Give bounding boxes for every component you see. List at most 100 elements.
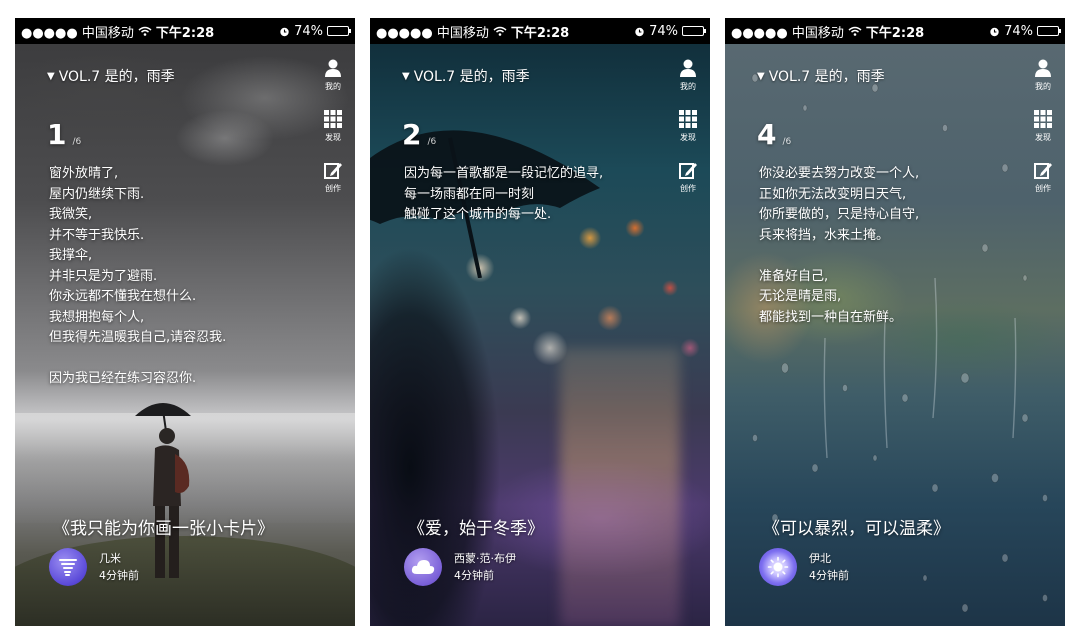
side-item-discover[interactable]: 发现	[674, 109, 702, 143]
page-indicator: 2 /6	[402, 118, 436, 151]
author-name: 伊北	[809, 552, 831, 565]
caret-down-icon: ▼	[402, 70, 410, 82]
song-title[interactable]: 《爱，始于冬季》	[408, 514, 544, 539]
page-total: /6	[72, 137, 82, 147]
status-right: 74%	[279, 23, 351, 39]
song-title[interactable]: 《我只能为你画一张小卡片》	[53, 514, 274, 539]
poem-line-blank	[49, 349, 339, 370]
battery-icon	[327, 26, 351, 36]
song-title[interactable]: 《可以暴烈，可以温柔》	[763, 514, 950, 539]
tornado-icon	[59, 559, 77, 576]
person-icon	[325, 59, 341, 77]
poem-line: 你所要做的，只是持心自守,	[759, 207, 920, 222]
grid-icon	[1034, 110, 1052, 128]
carrier-label: ●●●●● 中国移动	[731, 22, 862, 41]
avatar[interactable]	[404, 548, 442, 586]
poem-line: 触碰了这个城市的每一处.	[404, 207, 552, 222]
author-meta: 几米 4分钟前	[99, 550, 139, 584]
carrier-text: ●●●●● 中国移动	[376, 25, 489, 41]
page-number: 1	[47, 118, 67, 151]
author-meta: 伊北 4分钟前	[809, 550, 849, 584]
poem-line: 并不等于我快乐.	[49, 227, 145, 243]
side-item-mine[interactable]: 我的	[1029, 58, 1057, 92]
umbrella-person-illustration	[135, 403, 191, 578]
phone-screen-3: ●●●●● 中国移动 下午2:28 74% ▼ VOL.7 是的，雨季 我的 发…	[725, 18, 1065, 626]
person-icon	[1035, 59, 1051, 77]
side-item-mine[interactable]: 我的	[674, 58, 702, 92]
caret-down-icon: ▼	[757, 70, 765, 82]
side-item-label: 我的	[680, 82, 696, 91]
page-total: /6	[427, 137, 437, 147]
person-icon	[680, 59, 696, 77]
poem-line: 窗外放晴了,	[49, 166, 119, 181]
poem-line: 我微笑,	[49, 207, 93, 222]
status-bar: ●●●●● 中国移动 下午2:28 74%	[370, 18, 710, 44]
poem-line: 并非只是为了避雨.	[49, 268, 158, 284]
caret-down-icon: ▼	[47, 70, 55, 82]
poem-line: 都能找到一种自在新鲜。	[759, 309, 903, 325]
volume-dropdown[interactable]: ▼ VOL.7 是的，雨季	[757, 66, 885, 86]
wifi-icon	[493, 26, 507, 36]
side-item-label: 我的	[325, 82, 341, 91]
page-number: 4	[757, 118, 777, 151]
volume-dropdown[interactable]: ▼ VOL.7 是的，雨季	[402, 66, 530, 86]
carrier-label: ●●●●● 中国移动	[376, 22, 507, 41]
poem-line: 兵来将挡，水来土掩。	[759, 227, 890, 243]
phone-screen-2: ●●●●● 中国移动 下午2:28 74% ▼ VOL.7 是的，雨季 我的 发…	[370, 18, 710, 626]
author-info[interactable]: 西蒙·范·布伊 4分钟前	[404, 548, 516, 586]
wifi-icon	[138, 26, 152, 36]
poem-line: 因为我已经在练习容忍你.	[49, 371, 197, 386]
status-time: 下午2:28	[155, 25, 215, 41]
author-name: 西蒙·范·布伊	[454, 552, 516, 565]
cloud-icon	[411, 560, 435, 574]
poem-line: 你永远都不懂我在想什么.	[49, 289, 197, 304]
poem-line: 每一场雨都在同一时刻	[404, 186, 535, 202]
page-indicator: 1 /6	[47, 118, 81, 151]
author-name: 几米	[99, 552, 121, 565]
battery-percent: 74%	[1004, 23, 1033, 39]
poem-text: 你没必要去努力改变一个人, 正如你无法改变明日天气, 你所要做的，只是持心自守,…	[759, 164, 1049, 328]
side-item-label: 发现	[325, 133, 341, 142]
battery-icon	[1037, 26, 1061, 36]
poem-line: 我想拥抱每个人,	[49, 309, 145, 325]
poem-line: 你没必要去努力改变一个人,	[759, 166, 920, 181]
status-right: 74%	[634, 23, 706, 39]
poem-line: 但我得先温暖我自己,请容忍我.	[49, 330, 227, 345]
carrier-text: ●●●●● 中国移动	[731, 25, 844, 41]
poem-line: 无论是晴是雨,	[759, 289, 842, 304]
poem-line: 准备好自己,	[759, 268, 829, 284]
grid-icon	[679, 110, 697, 128]
battery-percent: 74%	[649, 23, 678, 39]
carrier-label: ●●●●● 中国移动	[21, 22, 152, 41]
street-light-glow	[560, 348, 680, 626]
side-item-label: 发现	[680, 133, 696, 142]
screens-row: ●●●●● 中国移动 下午2:28 74% ▼ VOL.7 是的，雨季 我的 发…	[0, 0, 1080, 644]
volume-title: VOL.7 是的，雨季	[413, 69, 530, 85]
alarm-icon	[635, 27, 644, 36]
side-item-discover[interactable]: 发现	[1029, 109, 1057, 143]
poem-line: 正如你无法改变明日天气,	[759, 186, 907, 202]
status-bar: ●●●●● 中国移动 下午2:28 74%	[15, 18, 355, 44]
side-item-discover[interactable]: 发现	[319, 109, 347, 143]
phone-screen-1: ●●●●● 中国移动 下午2:28 74% ▼ VOL.7 是的，雨季 我的 发…	[15, 18, 355, 626]
avatar[interactable]	[49, 548, 87, 586]
poem-line: 我撑伞,	[49, 248, 93, 263]
page-number: 2	[402, 118, 422, 151]
side-item-label: 发现	[1035, 133, 1051, 142]
page-total: /6	[782, 137, 792, 147]
volume-title: VOL.7 是的，雨季	[768, 69, 885, 85]
author-info[interactable]: 伊北 4分钟前	[759, 548, 849, 586]
battery-percent: 74%	[294, 23, 323, 39]
avatar[interactable]	[759, 548, 797, 586]
grid-icon	[324, 110, 342, 128]
status-bar: ●●●●● 中国移动 下午2:28 74%	[725, 18, 1065, 44]
author-info[interactable]: 几米 4分钟前	[49, 548, 139, 586]
alarm-icon	[280, 27, 289, 36]
side-item-mine[interactable]: 我的	[319, 58, 347, 92]
sun-icon	[767, 556, 789, 578]
poem-text: 窗外放晴了, 屋内仍继续下雨. 我微笑, 并不等于我快乐. 我撑伞, 并非只是为…	[49, 164, 339, 390]
volume-dropdown[interactable]: ▼ VOL.7 是的，雨季	[47, 66, 175, 86]
carrier-text: ●●●●● 中国移动	[21, 25, 134, 41]
side-item-label: 我的	[1035, 82, 1051, 91]
page-indicator: 4 /6	[757, 118, 791, 151]
